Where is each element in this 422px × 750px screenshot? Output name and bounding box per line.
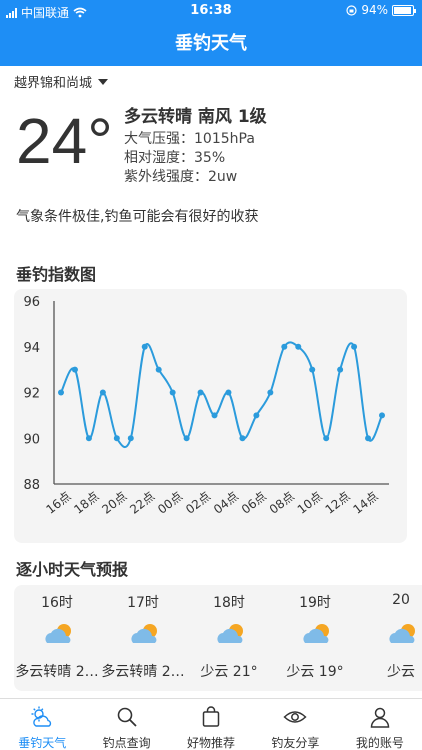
- data-point: [323, 435, 330, 442]
- data-point: [309, 366, 316, 373]
- pressure-text: 大气压强：1015hPa: [124, 131, 255, 147]
- tab-label: 好物推荐: [187, 736, 236, 750]
- x-tick-label: 06点: [239, 489, 269, 517]
- hourly-time: 20: [392, 592, 410, 608]
- data-point: [379, 412, 385, 419]
- fishing-index-chart: 88 90 92 94 96 16点 18点 20点 22点 00点 02点 04点 06点 08点 10点…: [14, 289, 407, 543]
- data-point: [253, 412, 260, 419]
- location-name: 越界锦和尚城: [14, 76, 93, 91]
- chevron-down-icon: [98, 78, 109, 85]
- x-tick-label: 00点: [155, 489, 185, 517]
- uv-text: 紫外线强度：2uw: [124, 169, 238, 185]
- data-point: [127, 435, 134, 442]
- hourly-section-title: 逐小时天气预报: [16, 560, 129, 579]
- chart-svg: 88 90 92 94 96 16点18点20点22点00点02点04点06点08点10点…: [23, 295, 389, 517]
- tab-label: 垂钓天气: [18, 736, 67, 750]
- bottom-tab-bar: 垂钓天气 钓点查询 好物推荐 钓友分享 我的账号: [0, 698, 422, 750]
- x-tick-label: 16点: [43, 489, 73, 517]
- data-point: [281, 343, 288, 350]
- data-point: [239, 435, 246, 442]
- y-tick-label: 96: [23, 295, 40, 310]
- x-tick-label: 04点: [211, 489, 241, 517]
- series-line: [60, 341, 383, 448]
- tab-label: 我的账号: [355, 736, 404, 750]
- data-point: [113, 435, 120, 442]
- search-icon: [117, 707, 137, 727]
- tab-account[interactable]: 我的账号: [338, 699, 422, 750]
- x-tick-label: 14点: [351, 489, 381, 517]
- hourly-time: 18时: [213, 595, 245, 611]
- x-tick-label: 22点: [127, 489, 157, 517]
- data-point: [85, 435, 92, 442]
- data-point: [211, 412, 218, 419]
- data-point: [169, 389, 176, 396]
- current-temperature: 24°: [16, 105, 113, 177]
- shopping-bag-icon: [202, 706, 220, 727]
- partly-cloudy-icon: [45, 624, 71, 643]
- hourly-forecast-list[interactable]: 16时 多云转晴 2… 17时 多云转晴 2… 18时 少云 21° 19时 少…: [14, 585, 422, 691]
- hourly-desc: 多云转晴 2…: [101, 664, 185, 680]
- hourly-desc: 多云转晴 2…: [15, 664, 99, 680]
- data-point: [365, 435, 372, 442]
- data-point: [351, 343, 358, 350]
- rotation-lock-icon: [346, 4, 357, 16]
- hourly-desc: 少云 19°: [286, 664, 344, 680]
- tab-label: 钓点查询: [102, 736, 151, 750]
- partly-cloudy-icon: [131, 624, 157, 643]
- data-point: [155, 366, 162, 373]
- data-point: [58, 389, 64, 396]
- y-tick-label: 92: [23, 387, 40, 402]
- fishing-tip: 气象条件极佳,钓鱼可能会有很好的收获: [16, 209, 259, 225]
- data-point: [295, 343, 302, 350]
- page-title: 垂钓天气: [175, 33, 247, 54]
- status-right: 94%: [346, 3, 416, 17]
- hourly-time: 17时: [127, 595, 159, 611]
- tab-spot-search[interactable]: 钓点查询: [84, 699, 168, 750]
- x-tick-label: 20点: [99, 489, 129, 517]
- data-point: [71, 366, 78, 373]
- x-tick-label: 12点: [323, 489, 353, 517]
- weather-icon: [31, 706, 52, 727]
- data-point: [197, 389, 204, 396]
- eye-icon: [283, 711, 308, 723]
- battery-icon: [392, 4, 416, 16]
- user-icon: [370, 707, 390, 728]
- status-bar: 中国联通 16:38 94%: [0, 0, 422, 22]
- data-point: [225, 389, 232, 396]
- hourly-desc: 少云: [387, 664, 415, 680]
- tab-share[interactable]: 钓友分享: [253, 699, 337, 750]
- partly-cloudy-icon: [303, 624, 329, 643]
- location-selector[interactable]: 越界锦和尚城: [14, 72, 109, 91]
- nav-bar: 垂钓天气: [0, 22, 422, 66]
- battery-fill: [394, 6, 411, 14]
- data-point: [337, 366, 344, 373]
- partly-cloudy-icon: [389, 624, 415, 643]
- index-section-title: 垂钓指数图: [16, 265, 97, 284]
- hourly-desc: 少云 21°: [200, 664, 258, 680]
- tab-fishing-weather[interactable]: 垂钓天气: [0, 699, 84, 750]
- partly-cloudy-icon: [217, 624, 243, 643]
- humidity-text: 相对湿度：35%: [124, 150, 226, 166]
- y-tick-label: 94: [23, 341, 40, 356]
- current-condition: 多云转晴 南风 1级: [124, 107, 267, 127]
- x-tick-label: 08点: [267, 489, 297, 517]
- data-point: [267, 389, 274, 396]
- x-tick-label: 18点: [71, 489, 101, 517]
- tab-recommendations[interactable]: 好物推荐: [169, 699, 253, 750]
- tab-label: 钓友分享: [271, 736, 320, 750]
- hourly-time: 16时: [41, 595, 73, 611]
- y-tick-label: 90: [23, 432, 40, 447]
- y-tick-label: 88: [23, 478, 40, 493]
- battery-percent: 94%: [361, 3, 388, 17]
- data-point: [183, 435, 190, 442]
- hourly-time: 19时: [299, 595, 331, 611]
- data-point: [99, 389, 106, 396]
- x-tick-label: 10点: [295, 489, 325, 517]
- data-point: [141, 343, 148, 350]
- x-tick-label: 02点: [183, 489, 213, 517]
